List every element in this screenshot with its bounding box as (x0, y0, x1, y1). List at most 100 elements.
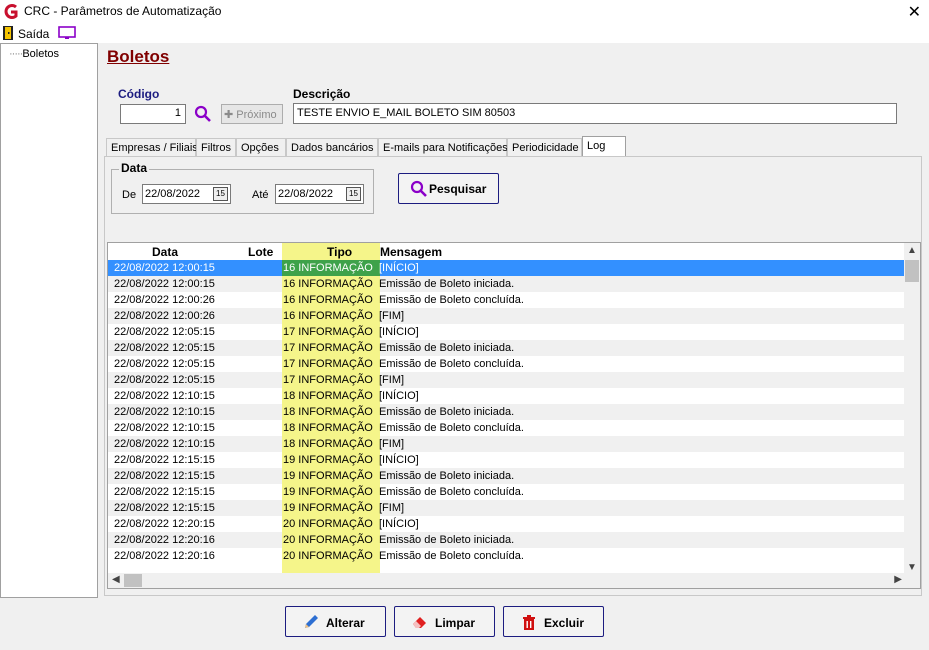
table-row[interactable]: 22/08/2022 12:05:15 17 INFORMAÇÃO [FIM] (108, 372, 905, 388)
table-row[interactable]: 22/08/2022 12:05:15 17 INFORMAÇÃO Emissão … (108, 356, 905, 372)
codigo-label: Código (118, 87, 160, 101)
cell-tipo: 20 INFORMAÇÃO (283, 550, 373, 562)
cell-mensagem: Emissão de Boleto concluída. (379, 550, 524, 562)
screen-icon[interactable] (58, 26, 76, 40)
cell-data: 22/08/2022 12:00:26 (114, 294, 215, 306)
cell-tipo: 17 INFORMAÇÃO (283, 358, 373, 370)
pesquisar-button[interactable]: Pesquisar (398, 173, 499, 204)
table-row[interactable]: 22/08/2022 12:10:15 18 INFORMAÇÃO [FIM] (108, 436, 905, 452)
vertical-scrollbar[interactable]: ▲ ▼ (904, 243, 920, 575)
cell-tipo: 19 INFORMAÇÃO (283, 502, 373, 514)
scroll-right-icon[interactable]: ▶ (894, 574, 902, 585)
cell-data: 22/08/2022 12:10:15 (114, 438, 215, 450)
tab-filtros[interactable]: Filtros (196, 138, 236, 157)
cell-mensagem: Emissão de Boleto iniciada. (379, 534, 515, 546)
tree-item-boletos[interactable]: ·····Boletos (9, 48, 59, 60)
tab-emails-notificacoes[interactable]: E-mails para Notificações (378, 138, 508, 157)
date-group-title: Data (119, 161, 150, 175)
cell-tipo: 16 INFORMAÇÃO (283, 310, 373, 322)
date-to-field[interactable]: 22/08/2022 15 (275, 184, 364, 204)
column-header-tipo[interactable]: Tipo (327, 245, 352, 259)
alterar-button[interactable]: Alterar (285, 606, 386, 637)
cell-mensagem: Emissão de Boleto iniciada. (379, 342, 515, 354)
tab-opcoes[interactable]: Opções (236, 138, 286, 157)
tab-empresas-filiais[interactable]: Empresas / Filiais (106, 138, 198, 157)
cell-mensagem: [INÍCIO] (379, 454, 419, 466)
calendar-icon[interactable]: 15 (346, 187, 361, 201)
date-from-field[interactable]: 22/08/2022 15 (142, 184, 231, 204)
cell-tipo: 17 INFORMAÇÃO (283, 374, 373, 386)
tab-log[interactable]: Log (582, 136, 626, 158)
cell-data: 22/08/2022 12:10:15 (114, 390, 215, 402)
codigo-input[interactable]: 1 (120, 104, 186, 124)
limpar-label: Limpar (435, 616, 476, 630)
descricao-input[interactable]: TESTE ENVIO E_MAIL BOLETO SIM 80503 (293, 103, 897, 124)
cell-tipo: 18 INFORMAÇÃO (283, 406, 373, 418)
cell-tipo: 18 INFORMAÇÃO (283, 422, 373, 434)
proximo-label: Próximo (236, 109, 277, 121)
scroll-left-icon[interactable]: ◀ (112, 574, 120, 585)
table-row[interactable]: 22/08/2022 12:20:16 20 INFORMAÇÃO Emissão … (108, 532, 905, 548)
page-title: Boletos (107, 47, 170, 66)
exit-icon[interactable] (3, 26, 13, 40)
limpar-button[interactable]: Limpar (394, 606, 495, 637)
date-from-value: 22/08/2022 (145, 188, 201, 200)
scroll-up-icon[interactable]: ▲ (907, 245, 917, 256)
cell-data: 22/08/2022 12:15:15 (114, 486, 215, 498)
calendar-icon[interactable]: 15 (213, 187, 228, 201)
tab-periodicidade[interactable]: Periodicidade (507, 138, 582, 157)
proximo-button[interactable]: ✚ Próximo (221, 104, 283, 124)
table-row[interactable]: 22/08/2022 12:10:15 18 INFORMAÇÃO Emissão … (108, 420, 905, 436)
table-row[interactable]: 22/08/2022 12:15:15 19 INFORMAÇÃO [INÍCIO] (108, 452, 905, 468)
table-row[interactable]: 22/08/2022 12:15:15 19 INFORMAÇÃO [FIM] (108, 500, 905, 516)
cell-tipo: 18 INFORMAÇÃO (283, 438, 373, 450)
scroll-down-icon[interactable]: ▼ (907, 562, 917, 573)
cell-data: 22/08/2022 12:10:15 (114, 422, 215, 434)
navigation-tree: ·····Boletos (0, 43, 98, 598)
table-row[interactable]: 22/08/2022 12:05:15 17 INFORMAÇÃO Emissão … (108, 340, 905, 356)
table-row[interactable]: 22/08/2022 12:05:15 17 INFORMAÇÃO [INÍCIO] (108, 324, 905, 340)
pencil-icon (305, 615, 318, 628)
table-row[interactable]: 22/08/2022 12:15:15 19 INFORMAÇÃO Emissão … (108, 468, 905, 484)
trash-icon (523, 615, 535, 630)
excluir-button[interactable]: Excluir (503, 606, 604, 637)
table-row[interactable]: 22/08/2022 12:00:26 16 INFORMAÇÃO [FIM] (108, 308, 905, 324)
cell-data: 22/08/2022 12:15:15 (114, 502, 215, 514)
cell-data: 22/08/2022 12:20:16 (114, 550, 215, 562)
close-icon[interactable]: ✕ (908, 2, 921, 22)
horizontal-scrollbar[interactable]: ◀ ▶ (108, 573, 920, 588)
column-header-data[interactable]: Data (152, 245, 178, 259)
cell-mensagem: [FIM] (379, 310, 405, 322)
cell-data: 22/08/2022 12:10:15 (114, 406, 215, 418)
table-row[interactable]: 22/08/2022 12:20:15 20 INFORMAÇÃO [INÍCIO] (108, 516, 905, 532)
cell-data: 22/08/2022 12:00:15 (114, 262, 215, 274)
table-row[interactable]: 22/08/2022 12:10:15 18 INFORMAÇÃO Emissão … (108, 404, 905, 420)
log-grid[interactable]: Data Lote Tipo Mensagem 22/08/2022 12:00… (107, 242, 921, 589)
table-row[interactable]: 22/08/2022 12:20:16 20 INFORMAÇÃO Emissão … (108, 548, 905, 564)
tab-dados-bancarios[interactable]: Dados bancários (286, 138, 378, 157)
cell-tipo: 18 INFORMAÇÃO (283, 390, 373, 402)
cell-mensagem: Emissão de Boleto concluída. (379, 294, 524, 306)
cell-mensagem: Emissão de Boleto concluída. (379, 358, 524, 370)
column-header-mensagem[interactable]: Mensagem (380, 245, 442, 259)
table-row[interactable]: 22/08/2022 12:15:15 19 INFORMAÇÃO Emissão … (108, 484, 905, 500)
column-header-lote[interactable]: Lote (248, 245, 273, 259)
cell-mensagem: Emissão de Boleto concluída. (379, 422, 524, 434)
cell-mensagem: [FIM] (379, 502, 405, 514)
cell-data: 22/08/2022 12:20:16 (114, 534, 215, 546)
horizontal-scroll-thumb[interactable] (124, 574, 142, 587)
table-row[interactable]: 22/08/2022 12:00:15 16 INFORMAÇÃO [INÍCIO] (108, 260, 905, 276)
table-row[interactable]: 22/08/2022 12:00:15 16 INFORMAÇÃO Emissão … (108, 276, 905, 292)
cell-data: 22/08/2022 12:00:26 (114, 310, 215, 322)
table-row[interactable]: 22/08/2022 12:10:15 18 INFORMAÇÃO [INÍCIO] (108, 388, 905, 404)
vertical-scroll-thumb[interactable] (905, 260, 919, 282)
search-icon[interactable] (194, 105, 212, 123)
table-row[interactable]: 22/08/2022 12:00:26 16 INFORMAÇÃO Emissão … (108, 292, 905, 308)
eraser-icon (413, 617, 426, 628)
cell-tipo: 20 INFORMAÇÃO (283, 518, 373, 530)
exit-menu-item[interactable]: Saída (18, 27, 49, 41)
cell-tipo: 19 INFORMAÇÃO (283, 470, 373, 482)
excluir-label: Excluir (544, 616, 585, 630)
cell-data: 22/08/2022 12:05:15 (114, 358, 215, 370)
cell-tipo: 20 INFORMAÇÃO (283, 534, 373, 546)
